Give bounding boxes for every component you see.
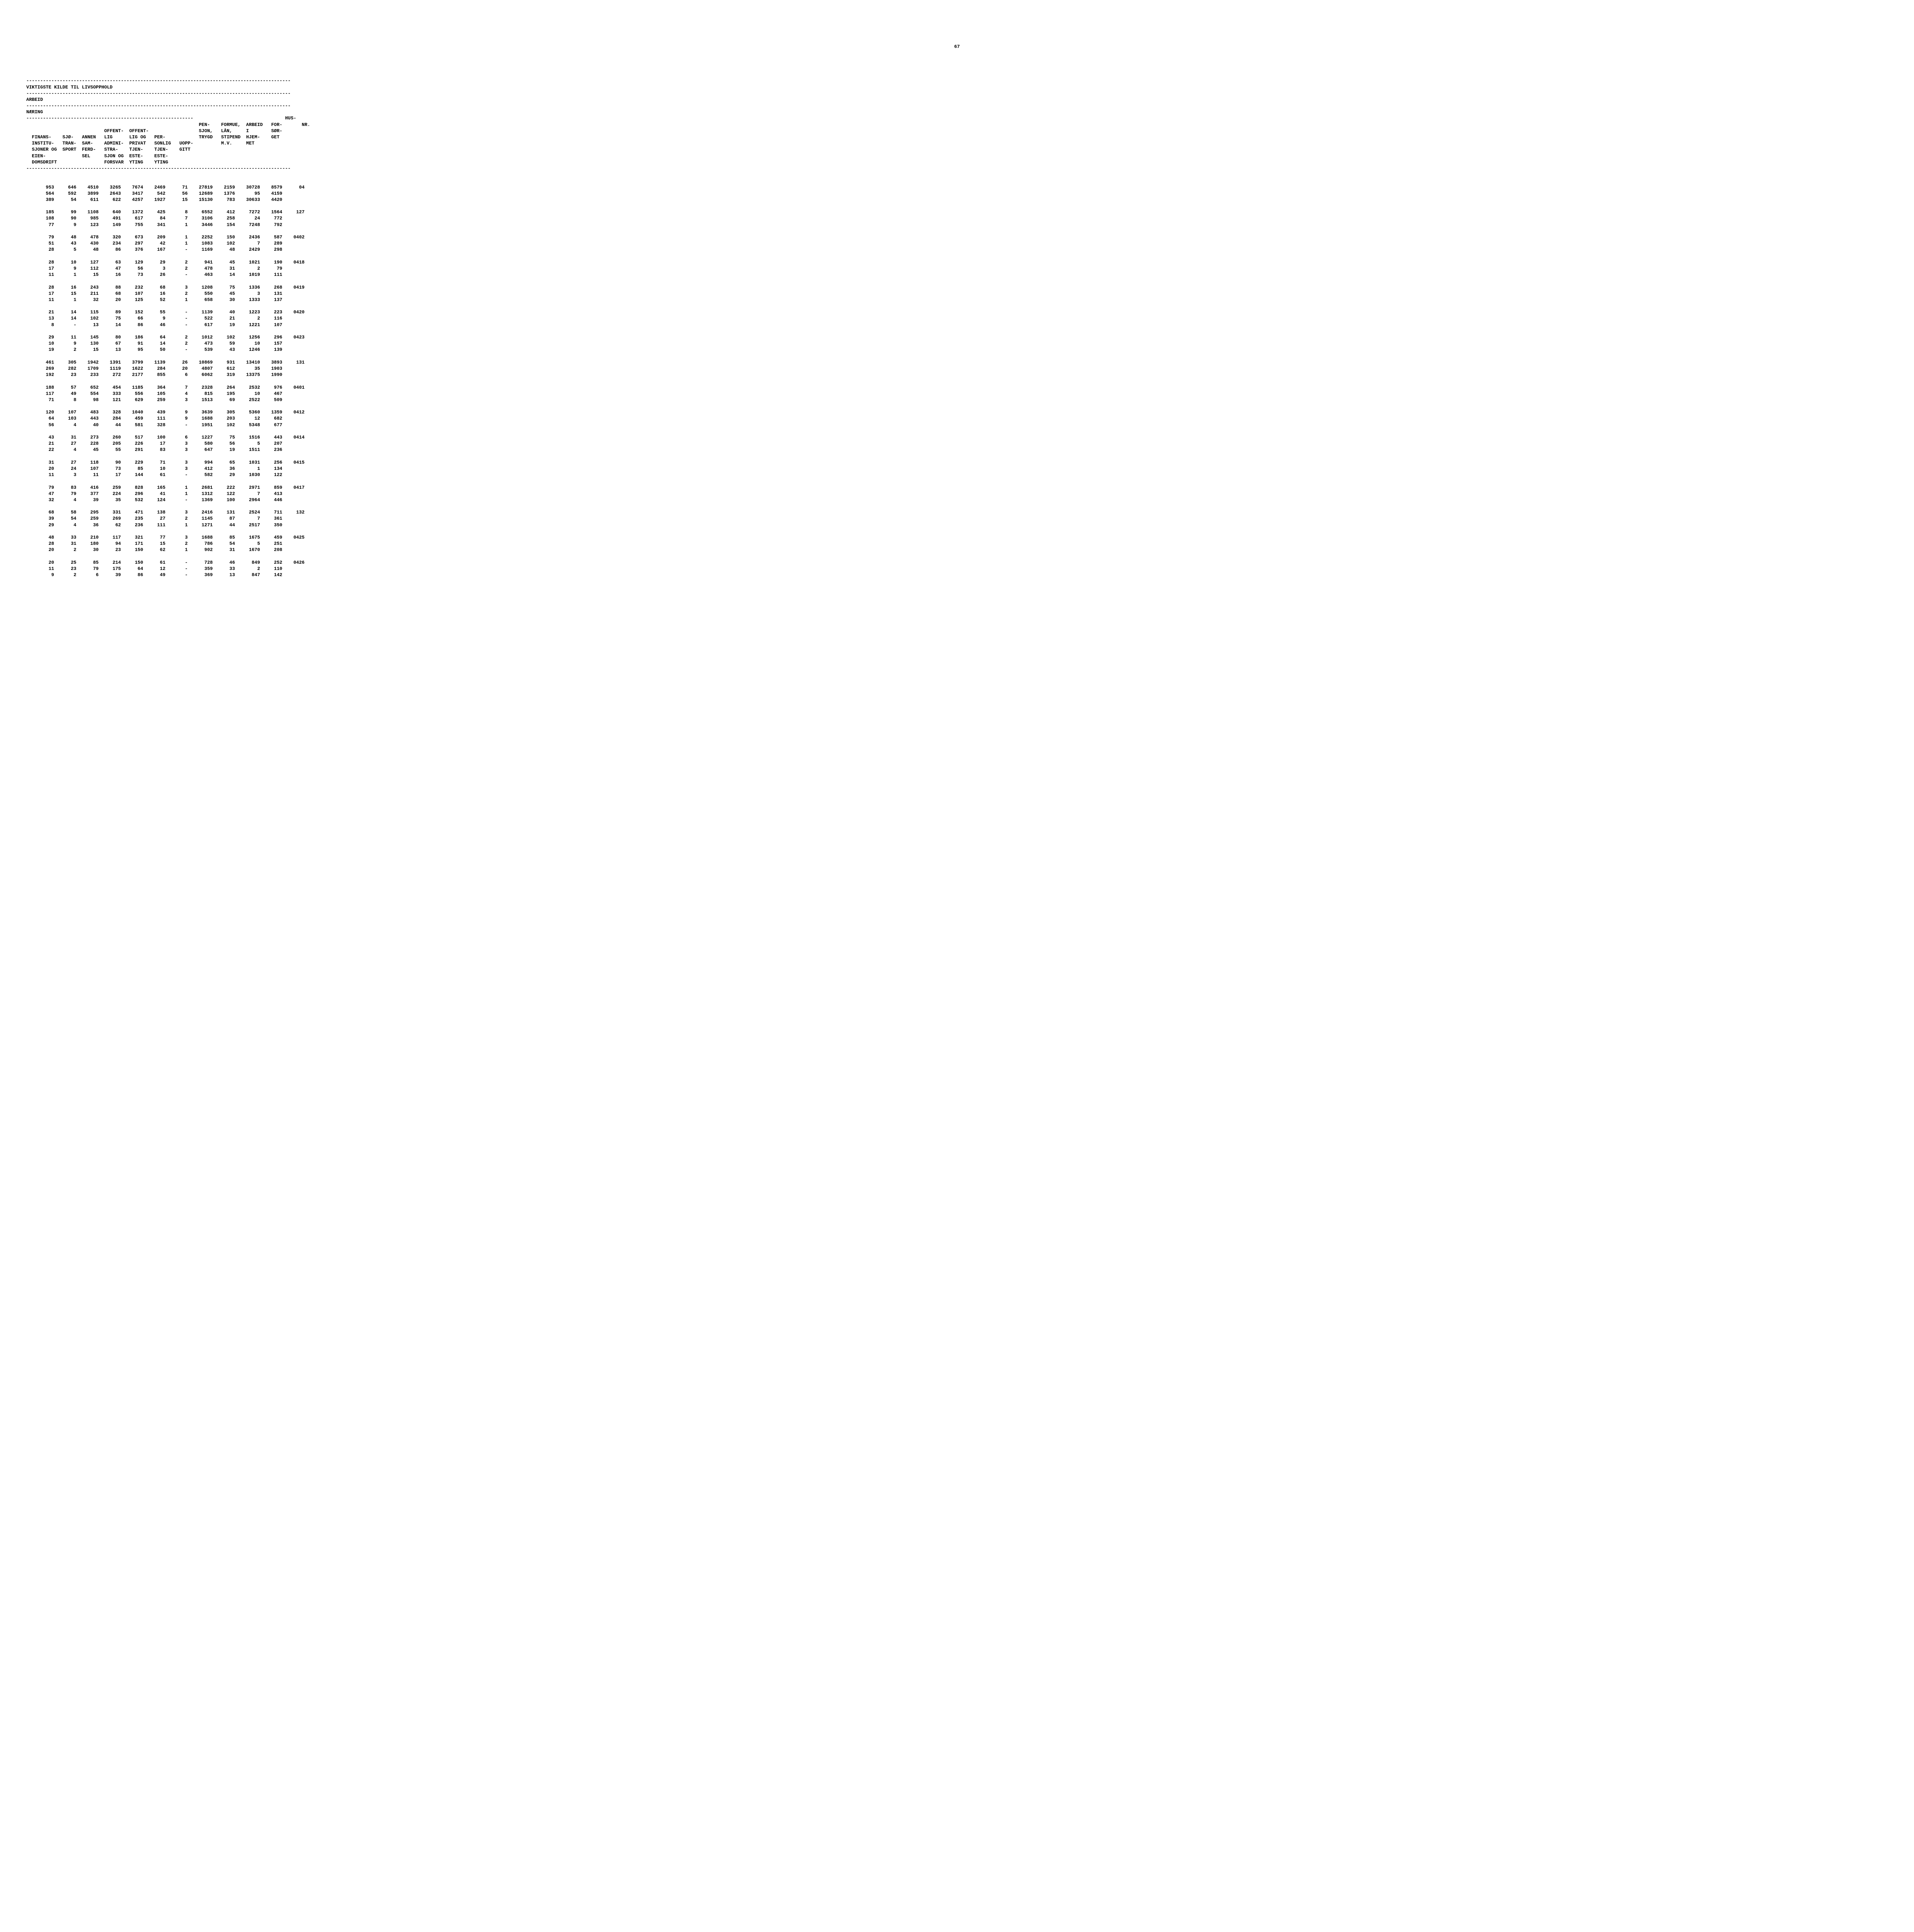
- table-content: ----------------------------------------…: [26, 78, 1888, 578]
- page-number: 67: [26, 44, 1888, 50]
